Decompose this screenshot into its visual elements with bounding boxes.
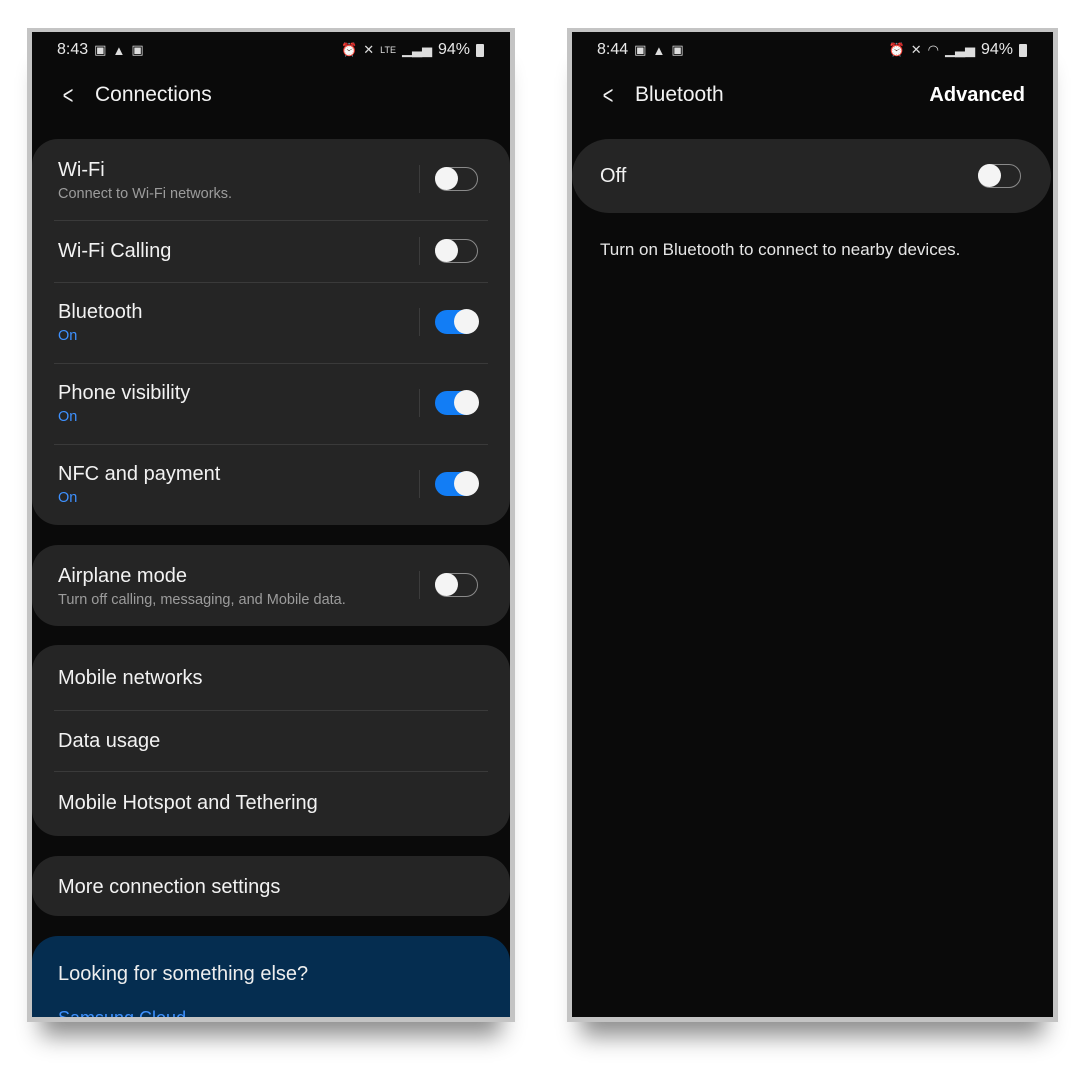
wifi-row[interactable]: Wi-Fi Connect to Wi-Fi networks.: [54, 139, 488, 220]
app-bar: < Connections: [57, 80, 482, 110]
row-title: Mobile Hotspot and Tethering: [58, 792, 318, 814]
battery-icon: [476, 43, 484, 57]
clock: 8:43: [57, 41, 89, 58]
row-subtitle: On: [58, 490, 78, 506]
screen: 8:44 ▣ ▲ ▣ ⏰ ✕ ◠ ▁▃▅ 94% < Bluetooth Advanced …: [572, 32, 1053, 1017]
page-title: Bluetooth: [635, 83, 724, 106]
advanced-button[interactable]: Advanced: [929, 84, 1025, 107]
back-icon[interactable]: <: [603, 80, 630, 111]
screen: 8:43 ▣ ▲ ▣ ⏰ ✕ LTE ▁▃▅ 94% < Connections Wi-Fi…: [32, 32, 510, 1017]
airplane-group: Airplane mode Turn off calling, messagin…: [32, 545, 510, 626]
data-usage-row[interactable]: Data usage: [54, 711, 488, 771]
wifi-toggle[interactable]: [435, 167, 478, 191]
bluetooth-hint: Turn on Bluetooth to connect to nearby d…: [600, 240, 961, 259]
bluetooth-toggle[interactable]: [435, 309, 479, 334]
suggestion-card: Looking for something else? Samsung Clou…: [32, 936, 510, 1017]
divider: [419, 308, 420, 336]
status-bar: 8:44 ▣ ▲ ▣ ⏰ ✕ ◠ ▁▃▅ 94%: [597, 38, 1027, 62]
row-title: Bluetooth: [58, 301, 143, 323]
bluetooth-toggle[interactable]: [978, 164, 1021, 188]
airplane-row[interactable]: Airplane mode Turn off calling, messagin…: [54, 545, 488, 626]
switch-label: Off: [600, 165, 627, 187]
samsung-cloud-link[interactable]: Samsung Cloud: [58, 1008, 186, 1017]
battery-icon: [1019, 43, 1027, 57]
gallery-icon: ▣: [131, 42, 144, 57]
mute-icon: ✕: [363, 42, 375, 57]
gallery-icon: ▣: [671, 42, 684, 57]
drive-icon: ▲: [112, 42, 126, 58]
gallery-icon: ▣: [94, 42, 107, 57]
status-bar: 8:43 ▣ ▲ ▣ ⏰ ✕ LTE ▁▃▅ 94%: [57, 38, 484, 62]
wifi-calling-row[interactable]: Wi-Fi Calling: [54, 221, 488, 282]
row-subtitle: Turn off calling, messaging, and Mobile …: [58, 592, 346, 608]
drive-icon: ▲: [652, 42, 666, 58]
row-title: Wi-Fi: [58, 159, 105, 181]
mobile-networks-row[interactable]: Mobile networks: [54, 645, 488, 710]
divider: [419, 165, 420, 193]
suggestion-title: Looking for something else?: [58, 963, 309, 985]
divider: [419, 389, 420, 417]
app-bar: < Bluetooth Advanced: [597, 80, 1025, 110]
row-title: Phone visibility: [58, 382, 191, 404]
more-settings-group: More connection settings: [32, 856, 510, 916]
signal-icon: ▁▃▅: [401, 42, 432, 57]
hotspot-row[interactable]: Mobile Hotspot and Tethering: [54, 772, 488, 836]
battery-percent: 94%: [437, 41, 470, 58]
more-connection-settings-row[interactable]: More connection settings: [54, 856, 488, 916]
phone-connections: 8:43 ▣ ▲ ▣ ⏰ ✕ LTE ▁▃▅ 94% < Connections Wi-Fi…: [27, 28, 515, 1022]
bluetooth-master-switch[interactable]: Off: [572, 139, 1051, 213]
row-subtitle: Connect to Wi-Fi networks.: [58, 186, 233, 202]
phone-bluetooth: 8:44 ▣ ▲ ▣ ⏰ ✕ ◠ ▁▃▅ 94% < Bluetooth Advanced …: [567, 28, 1058, 1022]
divider: [419, 470, 420, 498]
row-title: Airplane mode: [58, 565, 187, 587]
lte-icon: LTE: [380, 45, 396, 55]
airplane-toggle[interactable]: [435, 573, 478, 597]
page-title: Connections: [95, 83, 212, 106]
network-group: Mobile networks Data usage Mobile Hotspo…: [32, 645, 510, 836]
row-title: Mobile networks: [58, 667, 203, 689]
nfc-row[interactable]: NFC and payment On: [54, 445, 488, 525]
row-title: NFC and payment: [58, 463, 221, 485]
phone-visibility-row[interactable]: Phone visibility On: [54, 364, 488, 444]
divider: [419, 237, 420, 265]
alarm-icon: ⏰: [341, 42, 358, 57]
row-title: Wi-Fi Calling: [58, 240, 172, 262]
bluetooth-row[interactable]: Bluetooth On: [54, 283, 488, 363]
connections-group: Wi-Fi Connect to Wi-Fi networks. Wi-Fi C…: [32, 139, 510, 525]
back-icon[interactable]: <: [63, 80, 90, 111]
row-subtitle: On: [58, 409, 78, 425]
wifi-icon: ◠: [927, 42, 939, 57]
row-subtitle: On: [58, 328, 78, 344]
divider: [419, 571, 420, 599]
clock: 8:44: [597, 41, 629, 58]
wifi-calling-toggle[interactable]: [435, 239, 478, 263]
nfc-toggle[interactable]: [435, 471, 479, 496]
mute-icon: ✕: [910, 42, 922, 57]
battery-percent: 94%: [980, 41, 1013, 58]
signal-icon: ▁▃▅: [944, 42, 975, 57]
gallery-icon: ▣: [634, 42, 647, 57]
phone-visibility-toggle[interactable]: [435, 390, 479, 415]
row-title: Data usage: [58, 730, 161, 752]
row-title: More connection settings: [58, 876, 281, 898]
alarm-icon: ⏰: [888, 42, 905, 57]
